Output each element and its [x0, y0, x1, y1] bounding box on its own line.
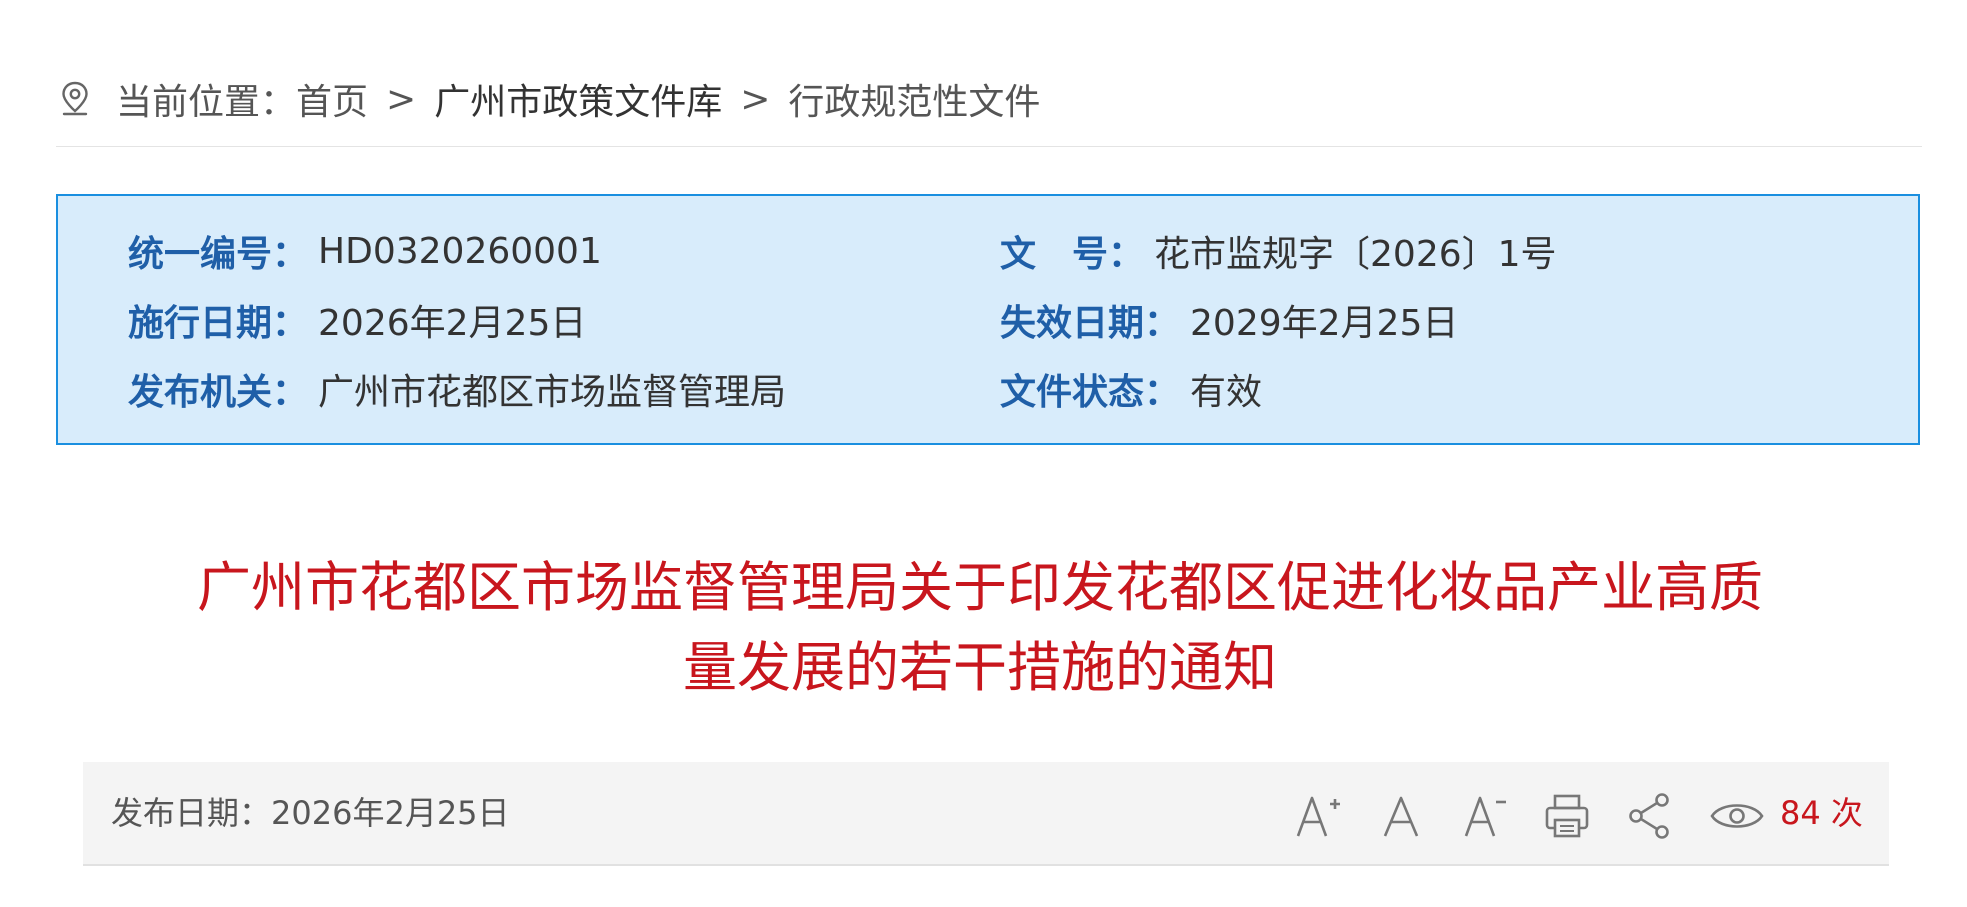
breadcrumb-separator: > [386, 78, 417, 120]
status-label: 文件状态 [1000, 372, 1145, 413]
expiry-date-colon: ： [1144, 303, 1181, 344]
publish-date: 发布日期：2026年2月25日 [111, 788, 510, 834]
view-count-number: 84 [1780, 794, 1821, 832]
issuer-value: 广州市花都区市场监督管理局 [318, 372, 787, 413]
document-title: 广州市花都区市场监督管理局关于印发花都区促进化妆品产业高质 量发展的若干措施的通… [140, 548, 1820, 708]
font-reset-icon [1383, 796, 1419, 837]
docno-label: 文号 [1000, 234, 1108, 275]
font-decrease-button[interactable] [1456, 788, 1512, 844]
docno-value: 花市监规字〔2026〕1号 [1154, 234, 1557, 275]
document-title-line1: 广州市花都区市场监督管理局关于印发花都区促进化妆品产业高质 [197, 556, 1763, 619]
header-divider [56, 146, 1922, 147]
serial-value: HD0320260001 [318, 230, 602, 272]
publish-date-value: 2026年2月25日 [271, 794, 510, 832]
publish-date-label: 发布日期： [111, 794, 272, 832]
view-count: 84 次 [1780, 788, 1863, 834]
serial-label: 统一编号 [128, 234, 273, 275]
font-increase-button[interactable] [1290, 788, 1346, 844]
share-icon [1629, 793, 1669, 839]
serial-colon: ： [272, 234, 309, 275]
effective-date-colon: ： [272, 303, 309, 344]
font-decrease-icon [1464, 796, 1506, 837]
breadcrumb-home-link[interactable]: 首页 [296, 73, 368, 125]
view-count-unit: 次 [1830, 794, 1863, 832]
expiry-date-label: 失效日期 [1000, 303, 1145, 344]
print-icon [1545, 794, 1589, 838]
eye-icon [1710, 804, 1764, 828]
status-value: 有效 [1190, 372, 1263, 413]
location-pin-icon [56, 80, 94, 118]
share-button[interactable] [1622, 788, 1678, 844]
info-status-row: 文件状态 ： 有效 [1000, 364, 1262, 414]
issuer-colon: ： [272, 372, 309, 413]
info-issuer-row: 发布机关 ： 广州市花都区市场监督管理局 [128, 364, 786, 414]
info-expiry-row: 失效日期 ： 2029年2月25日 [1000, 295, 1458, 345]
info-docno-row: 文号 ： 花市监规字〔2026〕1号 [1000, 226, 1557, 276]
breadcrumb-policy-library-link[interactable]: 广州市政策文件库 [434, 73, 722, 125]
info-serial-row: 统一编号 ： HD0320260001 [128, 226, 602, 276]
breadcrumb-prefix: 当前位置： [116, 82, 297, 123]
breadcrumb-normative-docs-link[interactable]: 行政规范性文件 [788, 73, 1040, 125]
article-toolbar: 发布日期：2026年2月25日 84 次 [83, 762, 1889, 866]
info-effective-row: 施行日期 ： 2026年2月25日 [128, 295, 586, 345]
print-button[interactable] [1539, 788, 1595, 844]
font-increase-icon [1296, 796, 1340, 837]
views-indicator [1707, 788, 1767, 844]
document-title-line2: 量发展的若干措施的通知 [683, 636, 1277, 699]
breadcrumb: 当前位置： 首页 > 广州市政策文件库 > 行政规范性文件 [56, 68, 1040, 130]
breadcrumb-separator: > [740, 78, 771, 120]
expiry-date-value: 2029年2月25日 [1190, 303, 1459, 344]
font-reset-button[interactable] [1373, 788, 1429, 844]
document-info-panel: 统一编号 ： HD0320260001 文号 ： 花市监规字〔2026〕1号 施… [56, 194, 1920, 445]
docno-colon: ： [1108, 234, 1145, 275]
issuer-label: 发布机关 [128, 372, 273, 413]
effective-date-label: 施行日期 [128, 303, 273, 344]
effective-date-value: 2026年2月25日 [318, 303, 587, 344]
status-colon: ： [1144, 372, 1181, 413]
